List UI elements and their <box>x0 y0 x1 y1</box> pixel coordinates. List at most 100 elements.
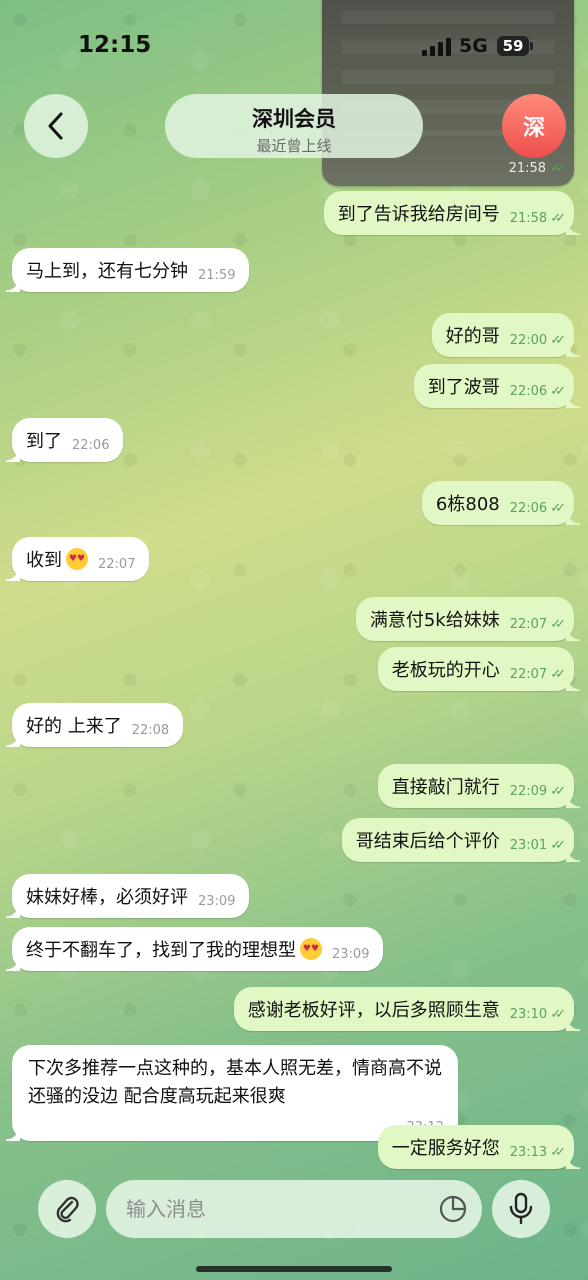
message-text: 满意付5k给妹妹 <box>369 610 500 631</box>
incoming-message[interactable]: 终于不翻车了，找到了我的理想型 ♥♥ 23:09 <box>5 927 384 971</box>
chevron-left-icon <box>48 112 63 140</box>
incoming-message[interactable]: 到了 22:06 <box>5 418 124 462</box>
read-checkmarks-icon: ✓✓ <box>550 383 566 399</box>
battery-level: 59 <box>502 37 524 55</box>
message-text: 终于不翻车了，找到了我的理想型 <box>26 940 296 961</box>
message-timestamp: 23:09 <box>332 946 370 962</box>
message-text: 收到 <box>26 550 62 571</box>
message-time: 23:13 ✓✓ <box>509 1144 566 1160</box>
microphone-button[interactable] <box>492 1180 550 1238</box>
message-text: 到了波哥 <box>427 377 500 398</box>
outgoing-message[interactable]: 直接敲门就行 22:09 ✓✓ <box>377 764 581 808</box>
incoming-message[interactable]: 收到 ♥♥ 22:07 <box>5 537 150 581</box>
read-checkmarks-icon: ✓✓ <box>550 500 566 516</box>
message-timestamp: 22:07 <box>98 556 136 572</box>
message-text: 一定服务好您 <box>391 1138 500 1159</box>
last-seen-status: 最近曾上线 <box>256 137 332 155</box>
read-checkmarks-icon: ✓✓ <box>550 837 566 853</box>
incoming-message[interactable]: 马上到，还有七分钟 21:59 <box>5 248 250 292</box>
outgoing-message[interactable]: 到了波哥 22:06 ✓✓ <box>413 364 581 408</box>
message-time: 22:07 <box>98 557 135 572</box>
message-text: 老板玩的开心 <box>391 660 500 681</box>
outgoing-message[interactable]: 老板玩的开心 22:07 ✓✓ <box>377 647 581 691</box>
message-time: 22:07 ✓✓ <box>509 616 566 632</box>
message-time: 21:59 <box>198 268 235 283</box>
attach-button[interactable] <box>38 1180 96 1238</box>
outgoing-message[interactable]: 满意付5k给妹妹 22:07 ✓✓ <box>355 597 581 641</box>
read-checkmarks-icon: ✓✓ <box>550 666 566 682</box>
avatar[interactable]: 深 <box>502 94 566 158</box>
chat-screen: 21:58 ✓✓ 12:15 5G 59 深圳会员 最近曾上线 深 到了告诉我给… <box>0 0 588 1280</box>
heart-eyes-emoji-icon: ♥♥ <box>66 548 88 570</box>
message-time: 22:00 ✓✓ <box>509 332 566 348</box>
message-text: 哥结束后给个评价 <box>355 831 500 852</box>
read-checkmarks-icon: ✓✓ <box>550 1144 566 1160</box>
media-message-time: 21:58 ✓✓ <box>508 161 566 176</box>
incoming-message[interactable]: 好的 上来了 22:08 <box>5 703 184 747</box>
chat-title-pill[interactable]: 深圳会员 最近曾上线 <box>165 94 423 158</box>
read-checkmarks-icon: ✓✓ <box>550 161 566 176</box>
message-text: 6栋808 <box>435 494 500 515</box>
message-timestamp: 22:06 <box>509 500 548 516</box>
message-time: 22:06 ✓✓ <box>509 383 566 399</box>
outgoing-message[interactable]: 哥结束后给个评价 23:01 ✓✓ <box>341 818 581 862</box>
message-text: 好的 上来了 <box>26 716 122 737</box>
read-checkmarks-icon: ✓✓ <box>550 210 566 226</box>
read-checkmarks-icon: ✓✓ <box>550 332 566 348</box>
outgoing-message[interactable]: 到了告诉我给房间号 21:58 ✓✓ <box>323 191 581 235</box>
message-text: 好的哥 <box>445 326 500 347</box>
message-text: 马上到，还有七分钟 <box>26 261 188 282</box>
message-input[interactable] <box>124 1196 428 1222</box>
network-type: 5G <box>459 35 488 57</box>
message-time: 21:58 ✓✓ <box>509 210 566 226</box>
chat-title: 深圳会员 <box>252 107 336 131</box>
message-time: 23:10 ✓✓ <box>509 1006 566 1022</box>
signal-strength-icon <box>422 38 451 56</box>
message-text: 感谢老板好评，以后多照顾生意 <box>247 1000 500 1021</box>
message-time: 23:09 <box>198 894 235 909</box>
paperclip-icon <box>56 1196 79 1223</box>
message-timestamp: 21:58 <box>509 210 548 226</box>
avatar-letter: 深 <box>522 116 545 141</box>
message-timestamp: 22:09 <box>509 783 548 799</box>
message-timestamp: 22:06 <box>72 437 110 453</box>
message-time: 22:06 <box>72 438 109 453</box>
message-timestamp: 21:59 <box>198 267 236 283</box>
message-text: 直接敲门就行 <box>391 777 500 798</box>
back-button[interactable] <box>24 94 88 158</box>
message-time: 23:09 <box>332 947 369 962</box>
message-timestamp: 22:00 <box>509 332 548 348</box>
message-time: 22:08 <box>132 723 169 738</box>
incoming-message[interactable]: 妹妹好棒，必须好评 23:09 <box>5 874 250 918</box>
read-checkmarks-icon: ✓✓ <box>550 1006 566 1022</box>
message-input-container[interactable] <box>106 1180 482 1238</box>
microphone-icon <box>509 1192 533 1225</box>
message-text: 妹妹好棒，必须好评 <box>26 887 188 908</box>
read-checkmarks-icon: ✓✓ <box>550 616 566 632</box>
read-checkmarks-icon: ✓✓ <box>550 783 566 799</box>
home-indicator <box>196 1266 392 1272</box>
outgoing-message[interactable]: 6栋808 22:06 ✓✓ <box>421 481 581 525</box>
message-timestamp: 23:13 <box>509 1144 548 1160</box>
message-timestamp: 23:09 <box>198 893 236 909</box>
message-timestamp: 23:10 <box>509 1006 548 1022</box>
message-time: 22:06 ✓✓ <box>509 500 566 516</box>
message-text: 到了告诉我给房间号 <box>337 204 500 225</box>
message-text: 到了 <box>26 431 62 452</box>
message-time: 23:01 ✓✓ <box>509 837 566 853</box>
message-timestamp: 22:07 <box>509 666 548 682</box>
heart-eyes-emoji-icon: ♥♥ <box>300 938 322 960</box>
message-timestamp: 22:06 <box>509 383 548 399</box>
message-time: 22:07 ✓✓ <box>509 666 566 682</box>
message-text-line: 还骚的没边 配合度高玩起来很爽 <box>28 1086 286 1107</box>
battery-icon: 59 <box>497 36 533 56</box>
outgoing-message[interactable]: 感谢老板好评，以后多照顾生意 23:10 ✓✓ <box>233 987 581 1031</box>
outgoing-message[interactable]: 好的哥 22:00 ✓✓ <box>431 313 581 357</box>
message-text-line: 下次多推荐一点这种的，基本人照无差，情商高不说 <box>28 1058 442 1079</box>
sticker-icon[interactable] <box>438 1194 468 1224</box>
status-bar: 12:15 5G 59 <box>0 0 588 90</box>
outgoing-message[interactable]: 一定服务好您 23:13 ✓✓ <box>377 1125 581 1169</box>
message-timestamp: 22:07 <box>509 616 548 632</box>
message-timestamp: 23:01 <box>509 837 548 853</box>
message-time: 22:09 ✓✓ <box>509 783 566 799</box>
